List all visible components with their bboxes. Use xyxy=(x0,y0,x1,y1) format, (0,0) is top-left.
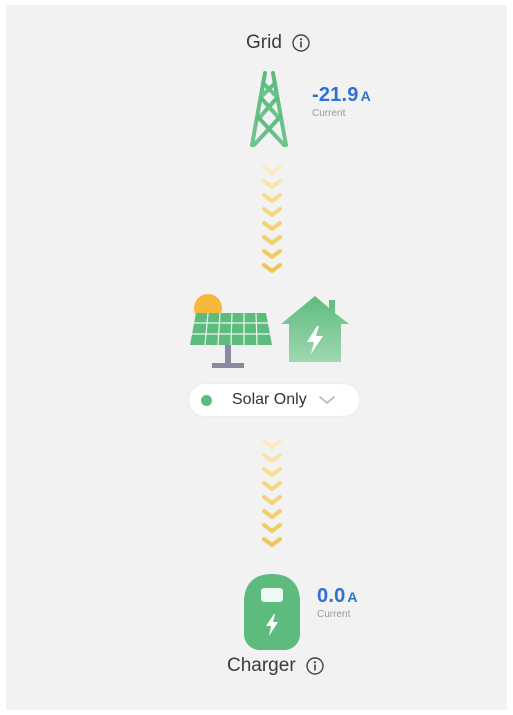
charger-info-icon[interactable] xyxy=(305,657,324,675)
grid-title-row: Grid xyxy=(246,32,310,54)
chevron-down-icon xyxy=(318,396,335,405)
charger-current-unit: A xyxy=(347,589,358,605)
charger-title-row: Charger xyxy=(227,655,324,677)
charger-title: Charger xyxy=(227,655,296,676)
charger-current-value: 0.0 xyxy=(317,585,346,607)
grid-current-unit: A xyxy=(360,88,371,104)
ev-charger-icon xyxy=(244,574,300,650)
grid-current-readout: -21.9 A Current xyxy=(312,84,371,119)
flow-chevrons-icon xyxy=(262,165,282,273)
flow-chevrons-icon xyxy=(262,439,282,547)
grid-current-value: -21.9 xyxy=(312,84,359,106)
grid-title: Grid xyxy=(246,32,282,53)
solar-panel-icon xyxy=(190,294,272,368)
energy-flow-panel: Grid -21.9 A Current Solar Only 0.0 A Cu… xyxy=(6,5,507,710)
charger-current-label: Current xyxy=(317,609,351,620)
charge-mode-dropdown[interactable]: Solar Only xyxy=(189,384,359,416)
grid-info-icon[interactable] xyxy=(292,34,310,52)
grid-current-label: Current xyxy=(312,108,346,119)
transmission-tower-icon xyxy=(240,65,298,147)
mode-status-dot xyxy=(201,394,212,406)
charge-mode-label: Solar Only xyxy=(232,391,307,408)
house-icon xyxy=(281,296,349,362)
charger-current-readout: 0.0 A Current xyxy=(317,585,358,620)
